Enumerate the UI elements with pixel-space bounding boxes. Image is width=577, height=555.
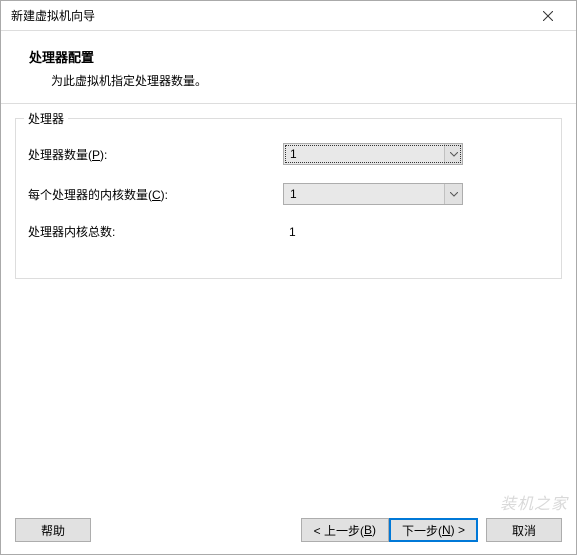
processor-count-value: 1 — [290, 147, 297, 161]
window-title: 新建虚拟机向导 — [11, 7, 95, 24]
processor-count-row: 处理器数量(P): 1 — [28, 143, 549, 165]
cores-per-processor-combo[interactable]: 1 — [283, 183, 463, 205]
help-button[interactable]: 帮助 — [15, 518, 91, 542]
processor-groupbox: 处理器 处理器数量(P): 1 每个处理器的内核数量(C): 1 — [15, 118, 562, 279]
cancel-button[interactable]: 取消 — [486, 518, 562, 542]
total-cores-row: 处理器内核总数: 1 — [28, 223, 549, 240]
content-area: 处理器 处理器数量(P): 1 每个处理器的内核数量(C): 1 — [1, 104, 576, 279]
titlebar: 新建虚拟机向导 — [1, 1, 576, 31]
groupbox-title: 处理器 — [24, 110, 68, 127]
cores-per-processor-row: 每个处理器的内核数量(C): 1 — [28, 183, 549, 205]
page-title: 处理器配置 — [29, 47, 566, 66]
chevron-down-icon — [444, 144, 462, 164]
next-button[interactable]: 下一步(N) > — [389, 518, 478, 542]
nav-button-group: < 上一步(B) 下一步(N) > — [301, 518, 478, 542]
page-subtitle: 为此虚拟机指定处理器数量。 — [29, 72, 566, 89]
watermark: 装机之家 — [500, 490, 568, 514]
processor-count-combo[interactable]: 1 — [283, 143, 463, 165]
close-button[interactable] — [528, 2, 568, 30]
total-cores-value: 1 — [283, 225, 296, 239]
cores-per-processor-label: 每个处理器的内核数量(C): — [28, 186, 283, 203]
total-cores-label: 处理器内核总数: — [28, 223, 283, 240]
wizard-header: 处理器配置 为此虚拟机指定处理器数量。 — [1, 31, 576, 104]
close-icon — [543, 11, 553, 21]
button-bar: 帮助 < 上一步(B) 下一步(N) > 取消 — [15, 518, 562, 542]
chevron-down-icon — [444, 184, 462, 204]
back-button[interactable]: < 上一步(B) — [301, 518, 389, 542]
processor-count-label: 处理器数量(P): — [28, 146, 283, 163]
cores-per-processor-value: 1 — [290, 187, 297, 201]
